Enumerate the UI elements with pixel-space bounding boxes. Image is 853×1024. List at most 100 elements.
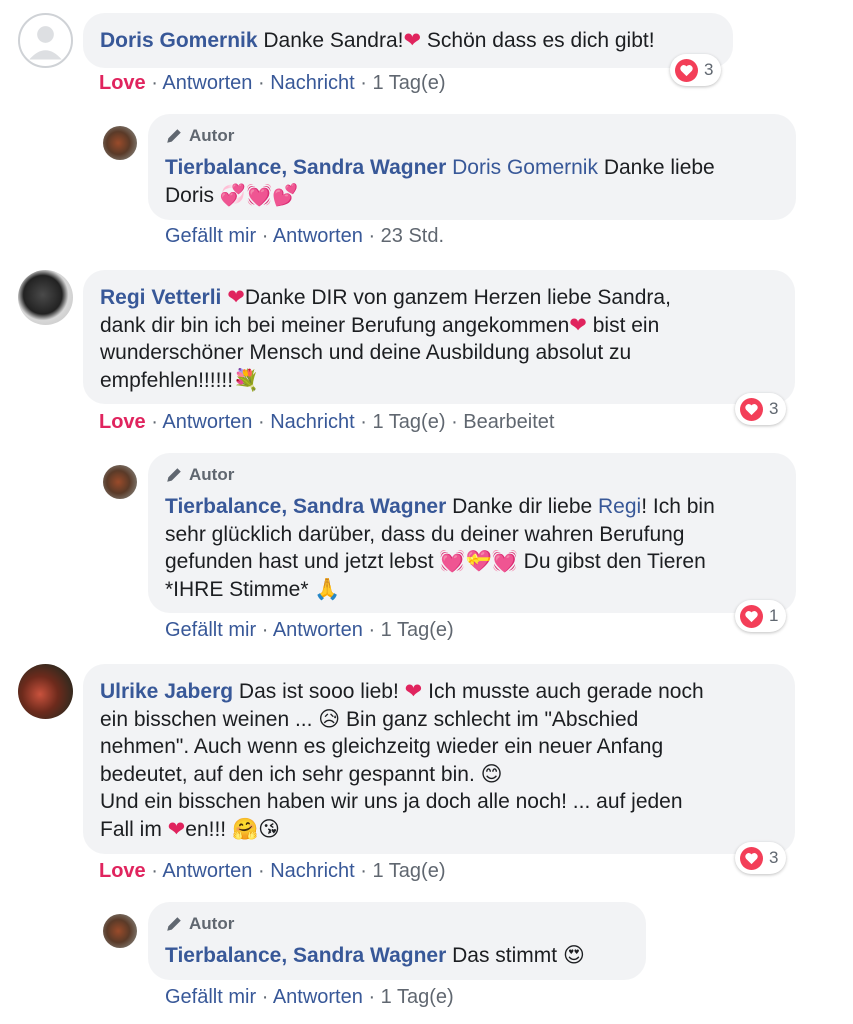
heart-emoji: ❤ [404,679,423,703]
comment-text: Fall im [100,817,168,841]
comment-text: ein bisschen weinen ... [100,707,319,731]
reaction-count-badge[interactable]: 3 [670,54,722,86]
commenter-name[interactable]: Doris Gomernik [100,29,258,52]
heart-eyes-emoji: 😍 [562,943,585,967]
comment-text-2: Schön dass es dich gibt! [421,29,655,52]
hearts-emoji: 💞💓💕 [219,182,299,207]
reply-text-2: Doris [165,183,220,207]
reply-text: Danke liebe [597,156,715,179]
reply-author-name[interactable]: Tierbalance, Sandra Wagner [165,944,446,967]
reply-link[interactable]: Antworten [273,986,363,1008]
avatar-regi[interactable] [18,270,73,325]
comment-text: bedeutet, auf den ich sehr gespannt bin. [100,762,481,786]
love-link[interactable]: Love [99,860,146,882]
timestamp[interactable]: 1 Tag(e) [372,411,445,433]
like-link[interactable]: Gefällt mir [165,225,256,247]
pencil-icon [167,917,181,931]
comment-text: en!!! [185,817,232,841]
reply-bubble: Autor Tierbalance, Sandra Wagner Doris G… [148,114,796,220]
reply-author-name[interactable]: Tierbalance, Sandra Wagner [165,495,446,518]
comment-text: nehmen". Auch wenn es gleichzeitg wieder… [100,735,664,758]
love-link[interactable]: Love [99,411,146,433]
comment-text: Danke DIR von ganzem Herzen liebe Sandra… [244,286,671,309]
avatar-tierbalance[interactable] [103,465,137,499]
comment-actions: Love · Antworten · Nachricht · 1 Tag(e) [99,72,446,94]
reaction-count: 3 [704,60,714,79]
comment-bubble-ulrike: Ulrike Jaberg Das ist sooo lieb! ❤ Ich m… [83,664,795,854]
timestamp[interactable]: 1 Tag(e) [381,986,454,1008]
edited-label[interactable]: Bearbeitet [463,411,554,433]
reply-text: sehr glücklich darüber, dass du deiner w… [165,522,685,546]
comment-actions: Love · Antworten · Nachricht · 1 Tag(e) … [99,411,555,433]
author-badge: Autor [165,465,779,485]
reply-text: Du gibst den Tieren [517,550,706,573]
commenter-name[interactable]: Regi Vetterli [100,286,221,309]
comment-text: wunderschöner Mensch und deine Ausbildun… [100,341,632,364]
comment-bubble-doris: Doris Gomernik Danke Sandra!❤ Schön dass… [83,13,733,68]
reply-actions: Gefällt mir · Antworten · 1 Tag(e) [165,619,454,641]
reply-author-name[interactable]: Tierbalance, Sandra Wagner [165,156,446,179]
pray-emoji: 🙏 [314,576,341,601]
avatar-ulrike[interactable] [18,664,73,719]
reply-link[interactable]: Antworten [273,619,363,641]
reply-bubble: Autor Tierbalance, Sandra Wagner Das sti… [148,902,646,980]
love-reaction-icon [740,846,763,870]
reaction-count: 3 [769,399,779,418]
reply-text: Danke dir liebe [446,495,599,518]
smile-emoji: 😊 [480,761,503,786]
love-link[interactable]: Love [99,72,146,94]
love-reaction-icon [740,397,763,421]
comment-text: Das ist sooo lieb! [233,680,405,703]
love-reaction-icon [740,604,763,628]
reaction-count-badge[interactable]: 3 [735,842,787,874]
reply-text: ! Ich bin [641,495,715,518]
timestamp[interactable]: 1 Tag(e) [372,860,445,882]
reply-text: gefunden hast und jetzt lebst [165,550,440,573]
commenter-name[interactable]: Ulrike Jaberg [100,680,233,703]
message-link[interactable]: Nachricht [270,860,354,882]
default-user-icon [29,26,62,60]
mention-link[interactable]: Regi [598,495,641,518]
comment-text: Und ein bisschen haben wir uns ja doch a… [100,790,683,813]
love-reaction-icon [675,58,698,82]
author-badge: Autor [165,914,629,934]
heart-emoji: ❤ [403,28,422,52]
sad-emoji: 😥 [318,706,341,731]
hug-kiss-emoji: 🤗😘 [231,816,281,841]
reaction-count-badge[interactable]: 1 [735,600,787,632]
reply-link[interactable]: Antworten [273,225,363,247]
comment-text: Danke Sandra! [263,29,404,52]
message-link[interactable]: Nachricht [270,411,354,433]
comment-text: dank dir bin ich bei meiner Berufung ang… [100,313,570,337]
comment-text: Ich musste auch gerade noch [422,680,704,703]
timestamp[interactable]: 1 Tag(e) [372,72,445,94]
avatar-doris[interactable] [18,13,73,68]
timestamp[interactable]: 1 Tag(e) [381,619,454,641]
reaction-count-badge[interactable]: 3 [735,393,787,425]
author-badge: Autor [165,126,779,146]
reply-text: *IHRE Stimme* [165,577,315,601]
timestamp[interactable]: 23 Std. [381,225,444,247]
heart-emoji: ❤ [227,285,245,309]
comment-text: empfehlen!!!!!! [100,368,234,392]
comment-bubble-regi: Regi Vetterli ❤Danke DIR von ganzem Herz… [83,270,795,404]
reply-link[interactable]: Antworten [162,72,252,94]
reaction-count: 1 [769,606,779,625]
reply-text: Das stimmt [446,944,563,967]
reply-link[interactable]: Antworten [162,860,252,882]
reply-bubble: Autor Tierbalance, Sandra Wagner Danke d… [148,453,796,613]
like-link[interactable]: Gefällt mir [165,986,256,1008]
reply-link[interactable]: Antworten [162,411,252,433]
pencil-icon [167,129,181,143]
mention-link[interactable]: Doris Gomernik [452,156,598,179]
heart-emoji: ❤ [569,312,587,337]
like-link[interactable]: Gefällt mir [165,619,256,641]
avatar-tierbalance[interactable] [103,914,137,948]
hearts-emoji: 💓💝💓 [439,549,518,573]
avatar-tierbalance[interactable] [103,126,137,160]
reply-actions: Gefällt mir · Antworten · 23 Std. [165,225,445,247]
message-link[interactable]: Nachricht [270,72,354,94]
pencil-icon [167,468,181,482]
comment-actions: Love · Antworten · Nachricht · 1 Tag(e) [99,860,446,882]
comment-text: Bin ganz schlecht im "Abschied [340,707,639,731]
